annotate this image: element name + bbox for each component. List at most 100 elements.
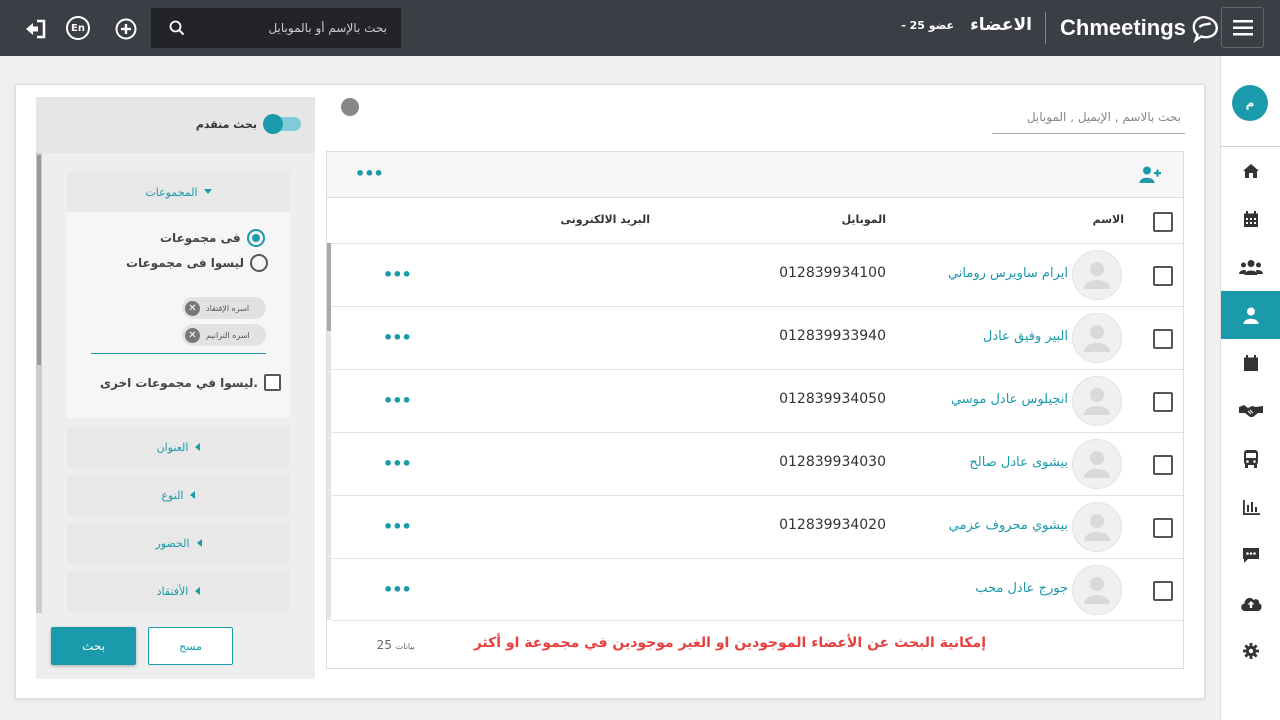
- default-avatar-icon: [1084, 325, 1110, 352]
- language-label: En: [66, 16, 90, 40]
- calendar-icon: [1244, 210, 1258, 227]
- caret-left-icon: [195, 443, 201, 451]
- app-logo[interactable]: Chmeetings: [1060, 10, 1220, 46]
- row-divider: [331, 495, 1184, 496]
- filter-scrollbar-thumb[interactable]: [37, 155, 41, 365]
- toggle-knob[interactable]: [263, 114, 283, 134]
- member-name-link[interactable]: بيشوى عادل صالح: [969, 455, 1068, 470]
- hamburger-icon: [1232, 19, 1253, 35]
- section-address[interactable]: العنوان: [67, 427, 290, 467]
- column-header-name[interactable]: الاسم: [1080, 213, 1124, 226]
- chips-input-underline: [91, 353, 266, 354]
- radio-in-groups-label: فى مجموعات: [160, 231, 241, 245]
- table-toolbar: [327, 152, 1183, 198]
- event-calendar-icon: [1244, 354, 1258, 371]
- group-chip: ✕ اسره الإفتقاد: [182, 297, 266, 319]
- row-checkbox[interactable]: [1153, 329, 1173, 349]
- member-mobile: 012839934030: [779, 454, 886, 470]
- member-name-link[interactable]: انجيلوس عادل موسي: [951, 392, 1068, 407]
- caret-left-icon: [195, 587, 201, 595]
- menu-button[interactable]: [1221, 7, 1264, 48]
- record-count-label: بيانات: [395, 642, 415, 651]
- page-title: الاعضاء: [970, 15, 1032, 35]
- add-button[interactable]: [113, 16, 139, 42]
- plus-circle-icon: [115, 18, 137, 40]
- section-attendance[interactable]: الحضور: [67, 523, 290, 563]
- sidebar-item-settings[interactable]: [1221, 627, 1280, 675]
- row-divider: [331, 306, 1184, 307]
- row-more-actions[interactable]: •••: [383, 580, 412, 599]
- search-button[interactable]: بحث: [51, 627, 136, 665]
- sidebar-item-groups[interactable]: [1221, 243, 1280, 291]
- sidebar-item-messages[interactable]: [1221, 531, 1280, 579]
- sidebar-item-followup[interactable]: [1221, 387, 1280, 435]
- record-count-value: 25: [376, 638, 392, 652]
- remove-chip-icon[interactable]: ✕: [185, 327, 200, 343]
- reports-icon: [1242, 499, 1260, 515]
- language-button[interactable]: En: [64, 14, 92, 42]
- radio-button-checked[interactable]: [246, 229, 265, 247]
- member-mobile: 012839934050: [779, 391, 886, 407]
- row-checkbox[interactable]: [1153, 455, 1173, 475]
- caret-down-icon: [203, 189, 212, 194]
- member-mobile: 012839934020: [779, 517, 886, 533]
- row-checkbox[interactable]: [1153, 266, 1173, 286]
- sidebar-item-calendar[interactable]: [1221, 195, 1280, 243]
- remove-chip-icon[interactable]: ✕: [185, 300, 200, 316]
- column-header-mobile[interactable]: الموبايل: [800, 213, 886, 226]
- handshake-icon: [1239, 405, 1263, 417]
- members-search-input[interactable]: [992, 100, 1185, 134]
- radio-not-in-groups[interactable]: ليسوا فى مجموعات: [126, 254, 269, 272]
- row-more-actions[interactable]: •••: [383, 328, 412, 347]
- member-avatar: [1072, 439, 1122, 489]
- not-in-other-groups-option[interactable]: ليسوا في مجموعات اخرى.: [100, 374, 281, 391]
- search-icon[interactable]: [169, 20, 185, 36]
- global-search-input[interactable]: [197, 21, 387, 35]
- row-more-actions[interactable]: •••: [383, 265, 412, 284]
- add-member-button[interactable]: [1138, 163, 1162, 185]
- groups-section-header[interactable]: المجموعات: [67, 172, 290, 212]
- sidebar-item-events[interactable]: [1221, 339, 1280, 387]
- sidebar-item-home[interactable]: [1221, 147, 1280, 195]
- member-name-link[interactable]: البير وفيق عادل: [983, 329, 1068, 344]
- logo-text: Chmeetings: [1060, 15, 1186, 40]
- gear-icon: [1243, 643, 1259, 659]
- row-divider: [331, 369, 1184, 370]
- select-all-checkbox[interactable]: [1153, 212, 1173, 232]
- member-name-link[interactable]: ايرام ساويرس روماني: [948, 266, 1068, 281]
- table-more-actions[interactable]: •••: [355, 164, 384, 183]
- member-name-link[interactable]: بيشوي محروف عزمي: [949, 518, 1068, 533]
- not-in-other-groups-label: ليسوا في مجموعات اخرى.: [100, 375, 258, 390]
- not-in-other-groups-checkbox[interactable]: [263, 374, 281, 391]
- member-count: - 25 عضو: [901, 19, 954, 32]
- sidebar-item-reports[interactable]: [1221, 483, 1280, 531]
- home-icon: [1243, 164, 1259, 178]
- feature-note: إمكانية البحث عن الأعضاء الموجودين او ال…: [473, 635, 986, 651]
- logout-button[interactable]: [22, 16, 48, 42]
- row-divider: [331, 558, 1184, 559]
- row-checkbox[interactable]: [1153, 392, 1173, 412]
- sidebar-item-upload[interactable]: [1221, 579, 1280, 627]
- sidebar-item-transport[interactable]: [1221, 435, 1280, 483]
- column-header-email[interactable]: البريد الالكترونى: [520, 213, 650, 226]
- radio-in-groups[interactable]: فى مجموعات: [160, 229, 265, 247]
- default-avatar-icon: [1084, 388, 1110, 415]
- row-checkbox[interactable]: [1153, 581, 1173, 601]
- table-scrollbar-thumb[interactable]: [327, 243, 331, 331]
- default-avatar-icon: [1084, 577, 1110, 604]
- row-more-actions[interactable]: •••: [383, 391, 412, 410]
- section-gender[interactable]: النوع: [67, 475, 290, 515]
- sidebar-item-members[interactable]: [1221, 291, 1280, 339]
- caret-left-icon: [196, 539, 202, 547]
- clear-button[interactable]: مسح: [148, 627, 233, 665]
- row-more-actions[interactable]: •••: [383, 517, 412, 536]
- caret-left-icon: [190, 491, 196, 499]
- radio-button-unchecked[interactable]: [250, 254, 269, 272]
- row-more-actions[interactable]: •••: [383, 454, 412, 473]
- messages-icon: [1243, 547, 1259, 563]
- row-checkbox[interactable]: [1153, 518, 1173, 538]
- member-name-link[interactable]: جورج عادل محب: [975, 581, 1068, 596]
- user-avatar[interactable]: م: [1232, 85, 1268, 121]
- section-followup[interactable]: الأفتقاد: [67, 571, 290, 611]
- member-mobile: 012839934100: [779, 265, 886, 281]
